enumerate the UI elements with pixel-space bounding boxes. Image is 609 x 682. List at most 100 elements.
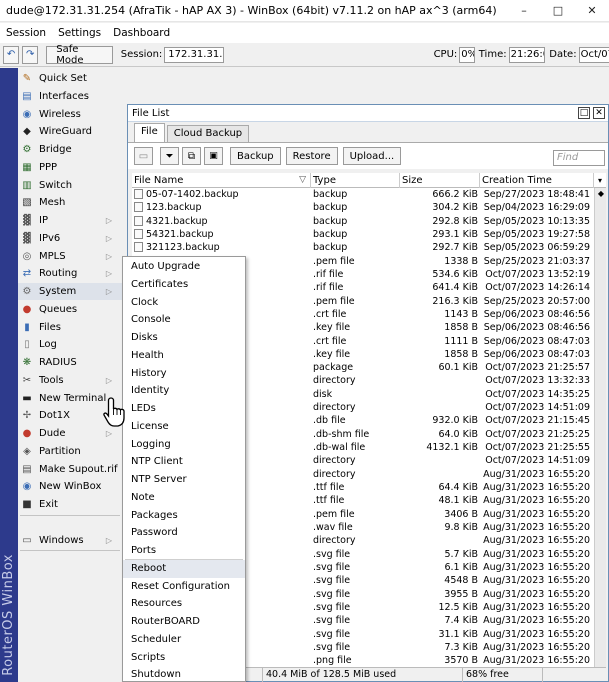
submenu-arrow-icon: ▷ xyxy=(105,536,112,545)
menu-dashboard[interactable]: Dashboard xyxy=(107,27,176,39)
sidebar-item-label: Queues xyxy=(39,304,78,315)
submenu-item-identity[interactable]: Identity xyxy=(123,382,245,400)
submenu-item-logging[interactable]: Logging xyxy=(123,436,245,454)
sidebar-item-partition[interactable]: ◈ Partition xyxy=(18,443,122,460)
sidebar-item-files[interactable]: ▮ Files xyxy=(18,319,122,336)
submenu-item-ntp-server[interactable]: NTP Server xyxy=(123,471,245,489)
partition-icon: ◈ xyxy=(23,445,31,457)
find-input[interactable]: Find xyxy=(553,150,605,166)
file-list-tabs: File Cloud Backup xyxy=(128,122,608,142)
cell-creation-time: Oct/07/2023 14:26:14 xyxy=(485,282,590,294)
submenu-item-auto-upgrade[interactable]: Auto Upgrade xyxy=(123,258,245,276)
sidebar-item-routing[interactable]: ⇄ Routing ▷ xyxy=(18,265,122,282)
submenu-item-ntp-client[interactable]: NTP Client xyxy=(123,453,245,471)
submenu-item-scripts[interactable]: Scripts xyxy=(123,649,245,667)
restore-button[interactable]: Restore xyxy=(285,147,338,165)
file-table-scrollbar[interactable]: ◆ xyxy=(594,188,606,667)
submenu-item-scheduler[interactable]: Scheduler xyxy=(123,631,245,649)
table-row[interactable]: 4321.backup backup 292.8 KiB Sep/05/2023 10… xyxy=(132,215,594,228)
submenu-arrow-icon: ▷ xyxy=(105,376,112,385)
column-type[interactable]: Type xyxy=(311,173,400,188)
file-list-close-button[interactable]: ✕ xyxy=(593,107,605,119)
sidebar-item-new-winbox[interactable]: ◉ New WinBox xyxy=(18,478,122,495)
sidebar-item-mpls[interactable]: ◎ MPLS ▷ xyxy=(18,248,122,265)
sidebar-item-bridge[interactable]: ⚙ Bridge xyxy=(18,141,122,158)
menu-settings[interactable]: Settings xyxy=(52,27,107,39)
sidebar-item-tools[interactable]: ✂ Tools ▷ xyxy=(18,372,122,389)
submenu-item-ports[interactable]: Ports xyxy=(123,542,245,560)
tab-cloud-backup[interactable]: Cloud Backup xyxy=(166,125,250,142)
sidebar-item-wireguard[interactable]: ◆ WireGuard xyxy=(18,123,122,140)
column-file-name[interactable]: File Name ▽ xyxy=(132,173,311,188)
sidebar-item-log[interactable]: ▯ Log xyxy=(18,336,122,353)
submenu-item-packages[interactable]: Packages xyxy=(123,507,245,525)
maximize-button[interactable]: □ xyxy=(541,0,575,22)
sidebar-item-mesh[interactable]: ▧ Mesh xyxy=(18,194,122,211)
cell-size: 3955 B xyxy=(444,588,478,600)
submenu-item-certificates[interactable]: Certificates xyxy=(123,276,245,294)
filter-button[interactable]: ⏷ xyxy=(160,147,179,165)
sidebar-item-system[interactable]: ⚙ System ▷ xyxy=(18,283,122,300)
sidebar-item-ip[interactable]: ▓ IP ▷ xyxy=(18,212,122,229)
filter-icon: ⏷ xyxy=(165,150,174,162)
sidebar-item-windows[interactable]: ▭ Windows ▷ xyxy=(18,532,122,549)
submenu-item-health[interactable]: Health xyxy=(123,347,245,365)
column-size[interactable]: Size xyxy=(400,173,480,188)
cell-type: directory xyxy=(313,455,356,467)
close-button[interactable]: ✕ xyxy=(575,0,609,22)
sidebar-item-switch[interactable]: ▥ Switch xyxy=(18,177,122,194)
backup-button[interactable]: Backup xyxy=(230,147,281,165)
scroll-up-icon[interactable]: ◆ xyxy=(595,188,607,200)
remove-button[interactable]: ▭ xyxy=(134,147,153,165)
sidebar-item-queues[interactable]: ● Queues xyxy=(18,301,122,318)
submenu-item-leds[interactable]: LEDs xyxy=(123,400,245,418)
sidebar-item-wireless[interactable]: ◉ Wireless xyxy=(18,106,122,123)
file-list-maximize-button[interactable]: □ xyxy=(578,107,590,119)
cell-creation-time: Oct/07/2023 13:52:19 xyxy=(485,268,590,280)
session-field[interactable]: 172.31.31.254 xyxy=(164,46,224,63)
sidebar-item-ipv6[interactable]: ▓ IPv6 ▷ xyxy=(18,230,122,247)
submenu-item-console[interactable]: Console xyxy=(123,311,245,329)
submenu-item-shutdown[interactable]: Shutdown xyxy=(123,666,245,681)
redo-button[interactable]: ↷ xyxy=(22,45,39,64)
submenu-item-routerboard[interactable]: RouterBOARD xyxy=(123,613,245,631)
column-menu-icon[interactable]: ▾ xyxy=(594,173,606,188)
cell-size: 932.0 KiB xyxy=(432,415,478,427)
file-icon xyxy=(134,202,143,213)
submenu-item-reset-configuration[interactable]: Reset Configuration xyxy=(123,578,245,596)
cell-size: 4548 B xyxy=(444,575,478,587)
submenu-item-password[interactable]: Password xyxy=(123,524,245,542)
sidebar-item-radius[interactable]: ❋ RADIUS xyxy=(18,354,122,371)
submenu-item-history[interactable]: History xyxy=(123,365,245,383)
table-row[interactable]: 05-07-1402.backup backup 666.2 KiB Sep/27/2… xyxy=(132,188,594,201)
sidebar-item-label: Bridge xyxy=(39,144,72,155)
undo-button[interactable]: ↶ xyxy=(3,45,20,64)
tab-file[interactable]: File xyxy=(134,123,165,142)
cell-size: 12.5 KiB xyxy=(438,601,478,613)
cell-type: .svg file xyxy=(313,615,351,627)
minimize-button[interactable]: – xyxy=(507,0,541,22)
menu-session[interactable]: Session xyxy=(0,27,52,39)
copy-button[interactable]: ⧉ xyxy=(182,147,201,165)
safe-mode-button[interactable]: Safe Mode xyxy=(46,44,113,66)
submenu-item-note[interactable]: Note xyxy=(123,489,245,507)
table-row[interactable]: 321123.backup backup 292.7 KiB Sep/05/2023 … xyxy=(132,241,594,254)
cell-creation-time: Sep/25/2023 21:03:37 xyxy=(483,255,590,267)
cell-size: 1111 B xyxy=(444,335,478,347)
submenu-item-resources[interactable]: Resources xyxy=(123,595,245,613)
sidebar-item-ppp[interactable]: ▦ PPP xyxy=(18,159,122,176)
submenu-item-disks[interactable]: Disks xyxy=(123,329,245,347)
table-row[interactable]: 123.backup backup 304.2 KiB Sep/04/2023 16:… xyxy=(132,201,594,214)
upload-button[interactable]: Upload... xyxy=(342,147,402,165)
column-creation-time[interactable]: Creation Time xyxy=(480,173,594,188)
sidebar-item-quick-set[interactable]: ✎ Quick Set xyxy=(18,70,122,87)
sidebar-item-exit[interactable]: ■ Exit xyxy=(18,496,122,513)
submenu-item-license[interactable]: License xyxy=(123,418,245,436)
sidebar-item-label: Wireless xyxy=(39,109,81,120)
sidebar-item-make-supout-rif[interactable]: ▤ Make Supout.rif xyxy=(18,461,122,478)
submenu-item-clock[interactable]: Clock xyxy=(123,294,245,312)
paste-button[interactable]: ▣ xyxy=(204,147,223,165)
submenu-item-reboot[interactable]: Reboot xyxy=(123,559,245,578)
table-row[interactable]: 54321.backup backup 293.1 KiB Sep/05/2023 1… xyxy=(132,228,594,241)
sidebar-item-interfaces[interactable]: ▤ Interfaces xyxy=(18,88,122,105)
